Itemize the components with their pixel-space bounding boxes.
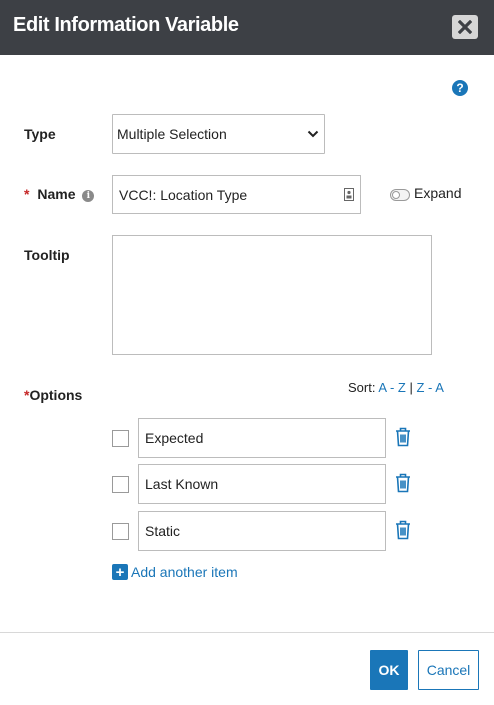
option-checkbox[interactable] <box>112 523 129 540</box>
name-input[interactable]: VCC!: Location Type <box>112 175 361 214</box>
plus-square-icon: + <box>112 564 128 580</box>
close-icon <box>458 20 472 34</box>
expand-toggle[interactable] <box>390 189 410 201</box>
option-input-value: Last Known <box>145 476 219 492</box>
option-row: Last Known <box>112 464 422 504</box>
chevron-down-icon <box>302 130 324 138</box>
sort-controls: Sort: A - Z | Z - A <box>348 380 444 395</box>
type-select[interactable]: Multiple Selection <box>112 114 325 154</box>
trash-icon[interactable] <box>395 473 411 493</box>
options-label: Options <box>29 387 83 403</box>
tooltip-textarea[interactable] <box>112 235 432 355</box>
name-required-mark: * <box>24 186 30 202</box>
option-input[interactable]: Static <box>138 511 386 551</box>
toggle-knob <box>392 191 400 199</box>
name-input-value: VCC!: Location Type <box>119 186 248 203</box>
type-label: Type <box>24 126 56 142</box>
option-input[interactable]: Last Known <box>138 464 386 504</box>
trash-icon[interactable] <box>395 520 411 540</box>
options-label-group: *Options <box>24 387 82 403</box>
trash-icon[interactable] <box>395 427 411 447</box>
option-input[interactable]: Expected <box>138 418 386 458</box>
close-button[interactable] <box>452 15 478 39</box>
option-input-value: Expected <box>145 430 204 446</box>
add-item-label: Add another item <box>131 564 238 580</box>
help-icon[interactable]: ? <box>452 80 468 96</box>
dialog-header: Edit Information Variable <box>0 0 494 55</box>
contact-card-icon[interactable] <box>338 188 360 201</box>
info-icon[interactable]: i <box>82 190 95 202</box>
option-input-value: Static <box>145 523 181 539</box>
dialog-title: Edit Information Variable <box>13 14 239 36</box>
sort-separator: | <box>409 380 413 395</box>
sort-label: Sort: <box>348 380 376 395</box>
option-checkbox[interactable] <box>112 476 129 493</box>
tooltip-label: Tooltip <box>24 247 70 263</box>
cancel-button[interactable]: Cancel <box>418 650 479 690</box>
option-checkbox[interactable] <box>112 430 129 447</box>
option-row: Expected <box>112 418 422 458</box>
add-item-button[interactable]: + Add another item <box>112 564 238 580</box>
name-label: Name <box>37 186 76 202</box>
sort-za-link[interactable]: Z - A <box>416 380 443 395</box>
footer-divider <box>0 632 494 633</box>
ok-button[interactable]: OK <box>370 650 408 690</box>
type-select-value: Multiple Selection <box>117 126 227 142</box>
name-label-group: * Name i <box>24 186 95 202</box>
option-row: Static <box>112 511 422 551</box>
sort-az-link[interactable]: A - Z <box>378 380 405 395</box>
expand-label: Expand <box>414 185 462 201</box>
